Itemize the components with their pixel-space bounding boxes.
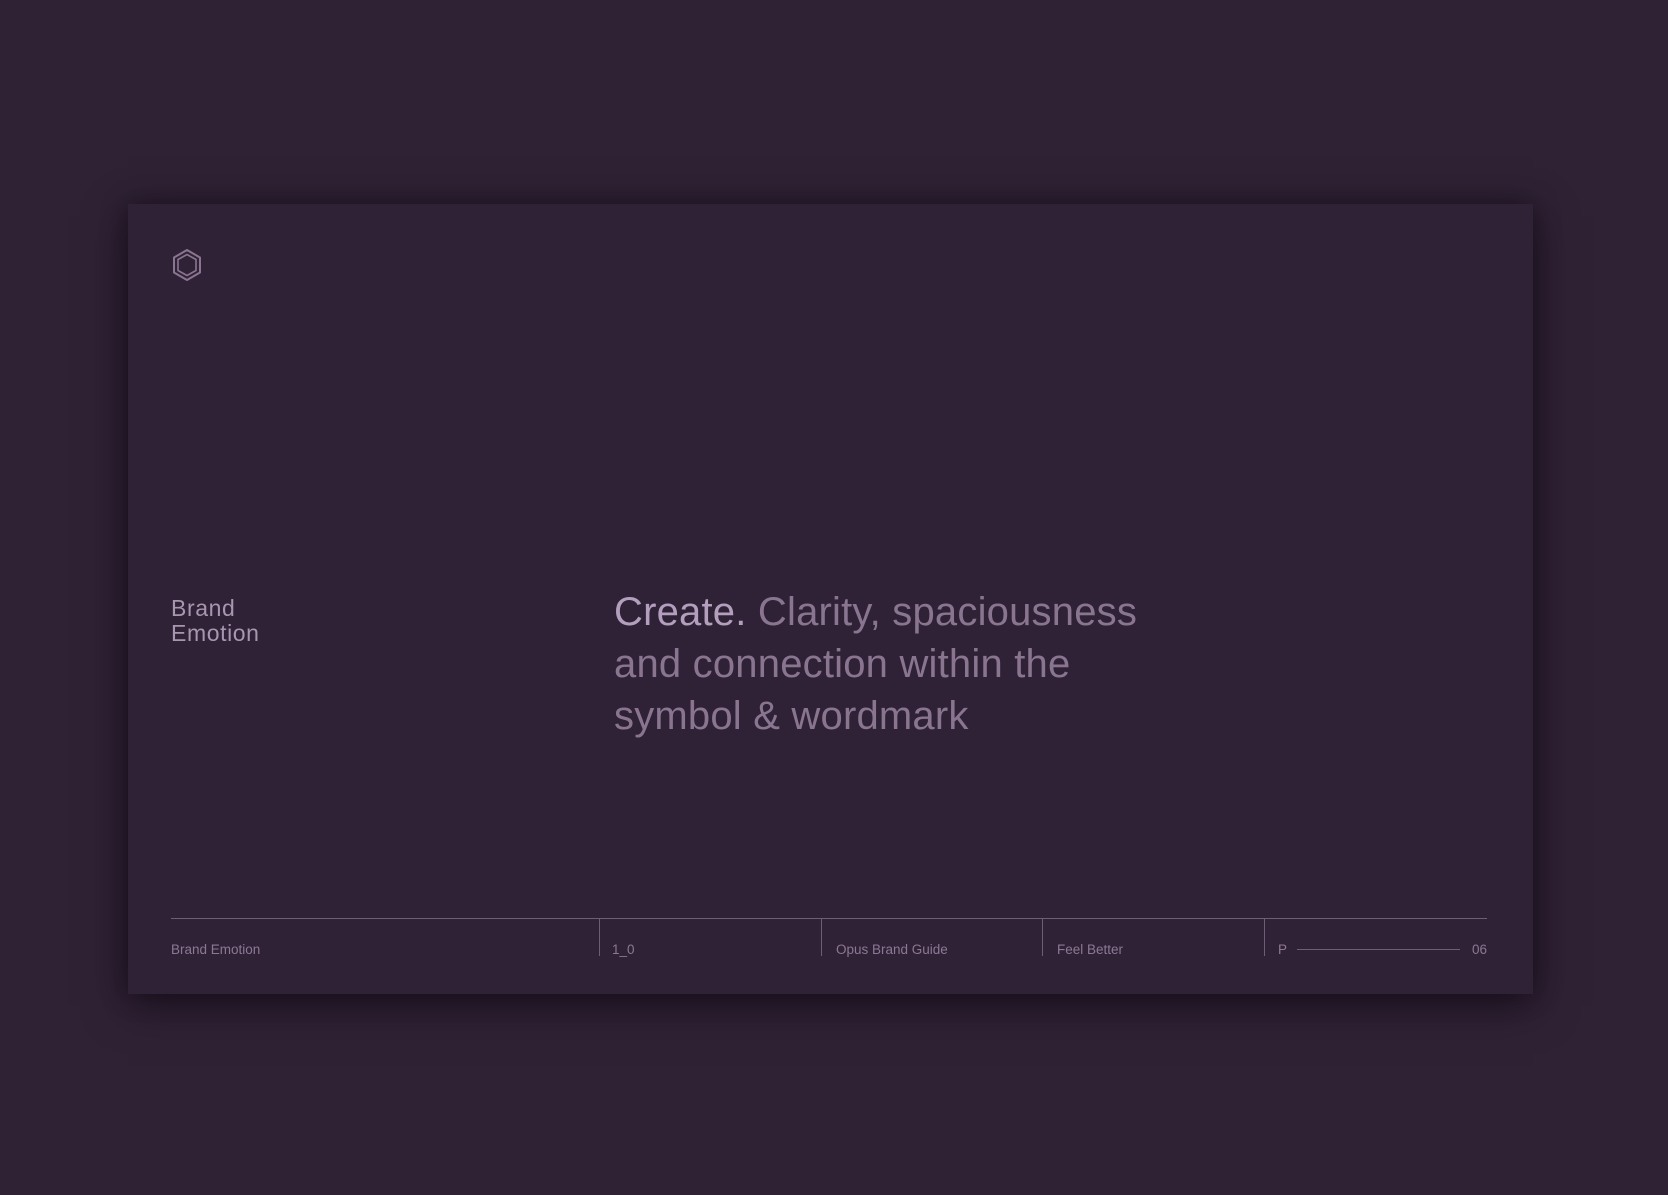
footer-column-divider (821, 918, 822, 956)
page-progress-line (1297, 949, 1460, 950)
section-title: Brand Emotion (171, 596, 371, 646)
page-progress-fill (1297, 949, 1460, 950)
footer-version-label: 1_0 (612, 942, 635, 957)
footer-section-label: Brand Emotion (171, 942, 261, 957)
footer-column-divider (599, 918, 600, 956)
hexagon-logo-icon (173, 249, 201, 281)
footer-tagline-label: Feel Better (1057, 942, 1124, 957)
headline-lead: Create. (614, 590, 747, 634)
footer-column-divider (1042, 918, 1043, 956)
page-prefix: P (1278, 942, 1288, 957)
footer-pagination: P 06 (1264, 918, 1487, 957)
footer-document-label: Opus Brand Guide (836, 942, 948, 957)
footer-column-divider (1264, 918, 1265, 956)
section-title-line-1: Brand (171, 595, 236, 621)
page-number: 06 (1471, 942, 1487, 957)
brand-guide-page: Brand Emotion Create. Clarity, spaciousn… (128, 204, 1533, 994)
headline: Create. Clarity, spaciousness and connec… (614, 586, 1174, 742)
section-title-line-2: Emotion (171, 620, 260, 646)
